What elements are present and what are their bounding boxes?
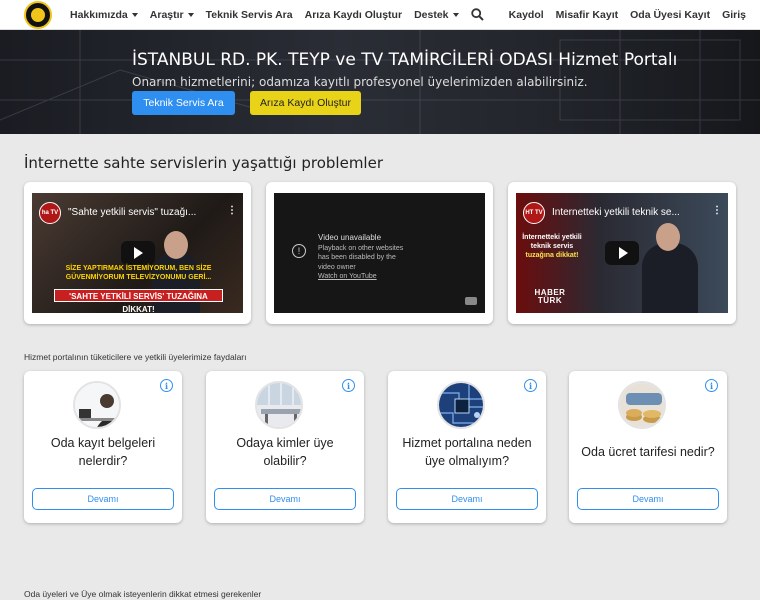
read-more-button[interactable]: Devamı xyxy=(214,488,356,510)
nav-item-giris[interactable]: Giriş xyxy=(716,9,752,21)
coins-image xyxy=(618,381,666,429)
video-player[interactable]: HT TV İnternetteki yetkili teknik se... … xyxy=(516,193,728,313)
info-card: i Hizmet portalına neden üye olmalıyım? … xyxy=(388,371,546,523)
read-more-button[interactable]: Devamı xyxy=(396,488,538,510)
nav-item-destek[interactable]: Destek xyxy=(408,9,464,21)
video-caption: SİZE YAPTIRMAK İSTEMİYORUM, BEN SİZE GÜV… xyxy=(65,265,212,281)
nav-left-menu: Hakkımızda Araştır Teknik Servis Ara Arı… xyxy=(64,6,487,24)
unavailable-text: Playback on other websites has been disa… xyxy=(318,244,404,271)
nav-item-kaydol[interactable]: Kaydol xyxy=(503,9,550,21)
nav-item-ariza-kaydi[interactable]: Arıza Kaydı Oluştur xyxy=(299,9,408,21)
info-icon[interactable]: i xyxy=(160,379,173,392)
unavailable-title: Video unavailable xyxy=(318,233,382,242)
call-center-image xyxy=(73,381,121,429)
info-icon[interactable]: i xyxy=(342,379,355,392)
warning-icon: ! xyxy=(292,244,306,258)
video-player[interactable]: ha TV "Sahte yetkili servis" tuzağı... ⋮… xyxy=(32,193,243,313)
info-card: i Oda ücret tarifesi nedir? Devamı xyxy=(569,371,727,523)
create-fault-record-button[interactable]: Arıza Kaydı Oluştur xyxy=(250,91,361,115)
watch-on-youtube-link[interactable]: Watch on YouTube xyxy=(318,273,377,280)
play-button[interactable] xyxy=(605,241,639,265)
caret-down-icon xyxy=(452,12,459,17)
logo-emblem xyxy=(31,7,45,22)
video-player-unavailable[interactable]: ! Video unavailable Playback on other we… xyxy=(274,193,485,313)
nav-right-menu: Kaydol Misafir Kayıt Oda Üyesi Kayıt Gir… xyxy=(503,9,752,21)
video-title[interactable]: "Sahte yetkili servis" tuzağı... xyxy=(68,207,225,218)
nav-label: Destek xyxy=(414,8,449,21)
members-section-title: Oda üyeleri ve Üye olmak isteyenlerin di… xyxy=(24,589,262,599)
read-more-button[interactable]: Devamı xyxy=(577,488,719,510)
video-person-head xyxy=(164,231,188,259)
card-title: Oda ücret tarifesi nedir? xyxy=(581,445,715,459)
info-icon[interactable]: i xyxy=(524,379,537,392)
channel-avatar[interactable]: HT TV xyxy=(523,202,545,224)
nav-item-arastir[interactable]: Araştır xyxy=(144,9,200,21)
video-title[interactable]: İnternetteki yetkili teknik se... xyxy=(552,207,710,218)
nav-item-hakkimizda[interactable]: Hakkımızda xyxy=(64,9,144,21)
nav-label: Teknik Servis Ara xyxy=(205,8,293,21)
info-card: i Odaya kimler üye olabilir? Devamı xyxy=(206,371,364,523)
benefits-section-title: Hizmet portalının tüketicilere ve yetkil… xyxy=(24,352,247,362)
nav-item-oda-uyesi-kayit[interactable]: Oda Üyesi Kayıt xyxy=(624,9,716,21)
video-card: ! Video unavailable Playback on other we… xyxy=(266,182,493,324)
find-service-button[interactable]: Teknik Servis Ara xyxy=(132,91,235,115)
unavailable-message: Video unavailable Playback on other webs… xyxy=(318,233,414,282)
info-icon[interactable]: i xyxy=(705,379,718,392)
card-title: Oda kayıt belgeleri nelerdir? xyxy=(50,436,156,468)
more-vert-icon[interactable]: ⋮ xyxy=(227,205,237,216)
nav-item-misafir-kayit[interactable]: Misafir Kayıt xyxy=(550,9,624,21)
caret-down-icon xyxy=(187,12,194,17)
info-card: i Oda kayıt belgeleri nelerdir? Devamı xyxy=(24,371,182,523)
hero-title: İSTANBUL RD. PK. TEYP ve TV TAMİRCİLERİ … xyxy=(132,50,678,70)
card-title: Hizmet portalına neden üye olmalıyım? xyxy=(402,436,532,468)
caret-down-icon xyxy=(131,12,138,17)
videos-section-title: İnternette sahte servislerin yaşattığı p… xyxy=(24,154,383,172)
nav-label: Arıza Kaydı Oluştur xyxy=(304,8,403,21)
nav-item-teknik-servis-ara[interactable]: Teknik Servis Ara xyxy=(200,9,299,21)
video-card: HT TV İnternetteki yetkili teknik se... … xyxy=(508,182,736,324)
hero-banner: İSTANBUL RD. PK. TEYP ve TV TAMİRCİLERİ … xyxy=(0,30,760,134)
haberturk-logo: HABER TÜRK xyxy=(534,288,566,305)
video-person-head xyxy=(656,223,680,251)
video-side-text-main: İnternetteki yetkili teknik servis xyxy=(522,234,582,251)
video-banner: 'SAHTE YETKİLİ SERVİS' TUZAĞINA DİKKAT! xyxy=(54,289,223,313)
channel-avatar[interactable]: ha TV xyxy=(39,202,61,224)
office-image xyxy=(255,381,303,429)
circuit-board-image xyxy=(437,381,485,429)
nav-label: Araştır xyxy=(149,8,184,21)
chamber-logo[interactable] xyxy=(24,0,52,29)
video-side-text-highlight: tuzağına dikkat! xyxy=(525,252,579,260)
nav-label: Hakkımızda xyxy=(70,8,128,21)
card-title: Odaya kimler üye olabilir? xyxy=(236,436,334,468)
video-side-text: İnternetteki yetkili teknik servis tuzağ… xyxy=(522,233,582,260)
read-more-button[interactable]: Devamı xyxy=(32,488,174,510)
more-vert-icon[interactable]: ⋮ xyxy=(712,205,722,216)
video-card: ha TV "Sahte yetkili servis" tuzağı... ⋮… xyxy=(24,182,251,324)
hero-subtitle: Onarım hizmetlerini; odamıza kayıtlı pro… xyxy=(132,75,588,89)
play-button[interactable] xyxy=(120,241,155,265)
video-person xyxy=(642,243,698,313)
search-icon[interactable] xyxy=(469,6,487,24)
top-navbar: Hakkımızda Araştır Teknik Servis Ara Arı… xyxy=(0,0,760,30)
youtube-icon[interactable] xyxy=(465,297,477,305)
